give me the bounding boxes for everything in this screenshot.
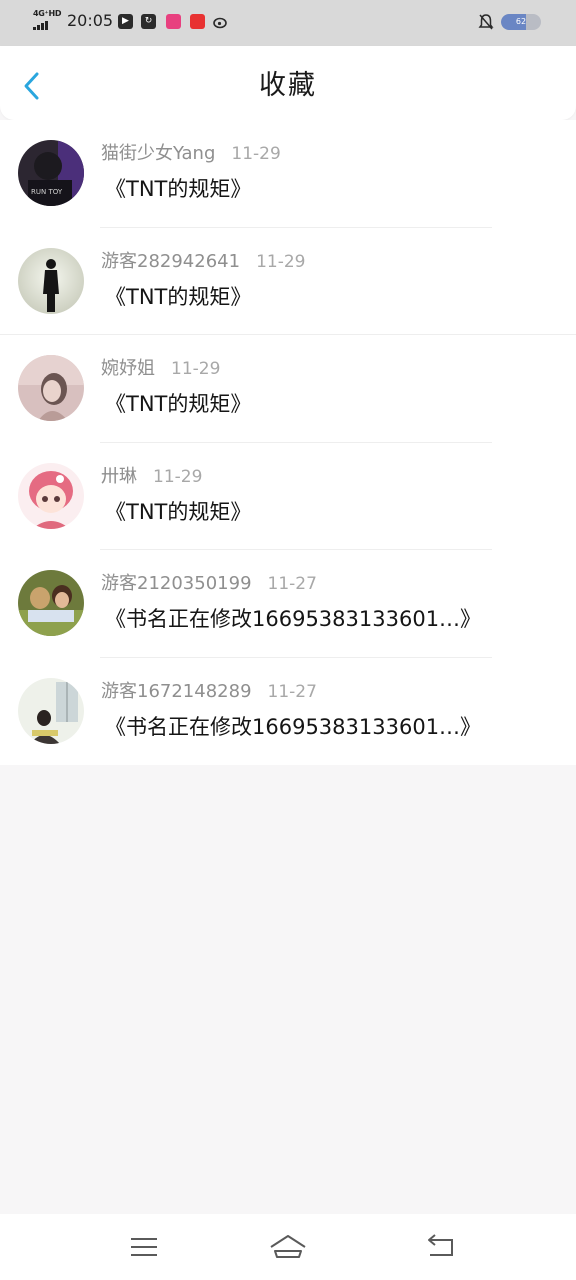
username: 游客1672148289 bbox=[101, 680, 252, 702]
header: 收藏 bbox=[0, 46, 576, 120]
item-meta: 婉妤姐 11-29 bbox=[101, 357, 220, 381]
book-title[interactable]: 《TNT的规矩》 bbox=[105, 389, 251, 419]
list-item[interactable]: 游客1672148289 11-27 《书名正在修改1669538313360​1… bbox=[0, 658, 576, 766]
username: 游客2120350199 bbox=[101, 573, 252, 594]
back-icon bbox=[428, 1234, 453, 1256]
status-bar: 4G⁺HD 20:05 ▶ ↻ 62 bbox=[0, 0, 576, 46]
home-icon bbox=[270, 1235, 306, 1258]
book-title[interactable]: 《书名正在修改1669538313360​1…》 bbox=[105, 712, 481, 742]
avatar[interactable] bbox=[18, 570, 84, 636]
item-meta: 卅琳 11-29 bbox=[101, 465, 202, 489]
video-app-icon: ▶ bbox=[118, 14, 133, 29]
list-item[interactable]: 游客2120350199 11-27 《书名正在修改1669538313360​1… bbox=[0, 550, 576, 658]
item-meta: 游客2120350199 11-27 bbox=[101, 572, 317, 596]
menu-button[interactable] bbox=[124, 1230, 164, 1264]
svg-text:RUN TOY: RUN TOY bbox=[31, 188, 63, 196]
list-item[interactable]: 卅琳 11-29 《TNT的规矩》 bbox=[0, 443, 576, 551]
battery-indicator: 62 bbox=[501, 14, 541, 30]
date: 11-29 bbox=[153, 466, 203, 487]
username: 卅琳 bbox=[101, 465, 137, 487]
date: 11-27 bbox=[267, 574, 317, 594]
book-title[interactable]: 《TNT的规矩》 bbox=[105, 174, 251, 204]
date: 11-29 bbox=[231, 144, 281, 164]
list-item[interactable]: RUN TOY 猫街少女Yang 11-29 《TNT的规矩》 bbox=[0, 120, 576, 228]
weibo-icon bbox=[213, 14, 228, 29]
username: 猫街少女Yang bbox=[101, 143, 216, 164]
book-title[interactable]: 《书名正在修改1669538313360​1…》 bbox=[105, 604, 481, 634]
username: 游客282942641 bbox=[101, 250, 241, 272]
list-item[interactable]: 婉妤姐 11-29 《TNT的规矩》 bbox=[0, 335, 576, 443]
back-nav-button[interactable] bbox=[420, 1230, 460, 1264]
date: 11-29 bbox=[171, 359, 221, 379]
system-nav-bar bbox=[0, 1214, 576, 1280]
home-button[interactable] bbox=[266, 1230, 310, 1264]
item-meta: 游客1672148289 11-27 bbox=[101, 680, 317, 704]
shopping-app-icon bbox=[166, 14, 181, 29]
avatar[interactable] bbox=[18, 355, 84, 421]
page-title: 收藏 bbox=[259, 70, 317, 101]
menu-icon bbox=[131, 1238, 157, 1256]
status-time: 20:05 bbox=[67, 11, 114, 30]
avatar[interactable] bbox=[18, 247, 84, 314]
item-meta: 游客282942641 11-29 bbox=[101, 250, 305, 274]
item-meta: 猫街少女Yang 11-29 bbox=[101, 142, 281, 166]
date: 11-29 bbox=[256, 251, 306, 272]
book-title[interactable]: 《TNT的规矩》 bbox=[105, 497, 251, 527]
list-item[interactable]: 游客282942641 11-29 《TNT的规矩》 bbox=[0, 228, 576, 336]
book-title[interactable]: 《TNT的规矩》 bbox=[105, 282, 251, 312]
avatar[interactable] bbox=[18, 462, 84, 529]
date: 11-27 bbox=[267, 681, 317, 702]
avatar[interactable] bbox=[18, 677, 84, 744]
red-app-icon bbox=[190, 14, 205, 29]
username: 婉妤姐 bbox=[101, 358, 155, 379]
refresh-app-icon: ↻ bbox=[141, 14, 156, 29]
avatar[interactable]: RUN TOY bbox=[18, 140, 84, 206]
network-signal-icon: 4G⁺HD bbox=[33, 9, 63, 32]
mute-bell-icon bbox=[478, 13, 494, 31]
favorites-list: RUN TOY 猫街少女Yang 11-29 《TNT的规矩》 游客2829426… bbox=[0, 120, 576, 765]
